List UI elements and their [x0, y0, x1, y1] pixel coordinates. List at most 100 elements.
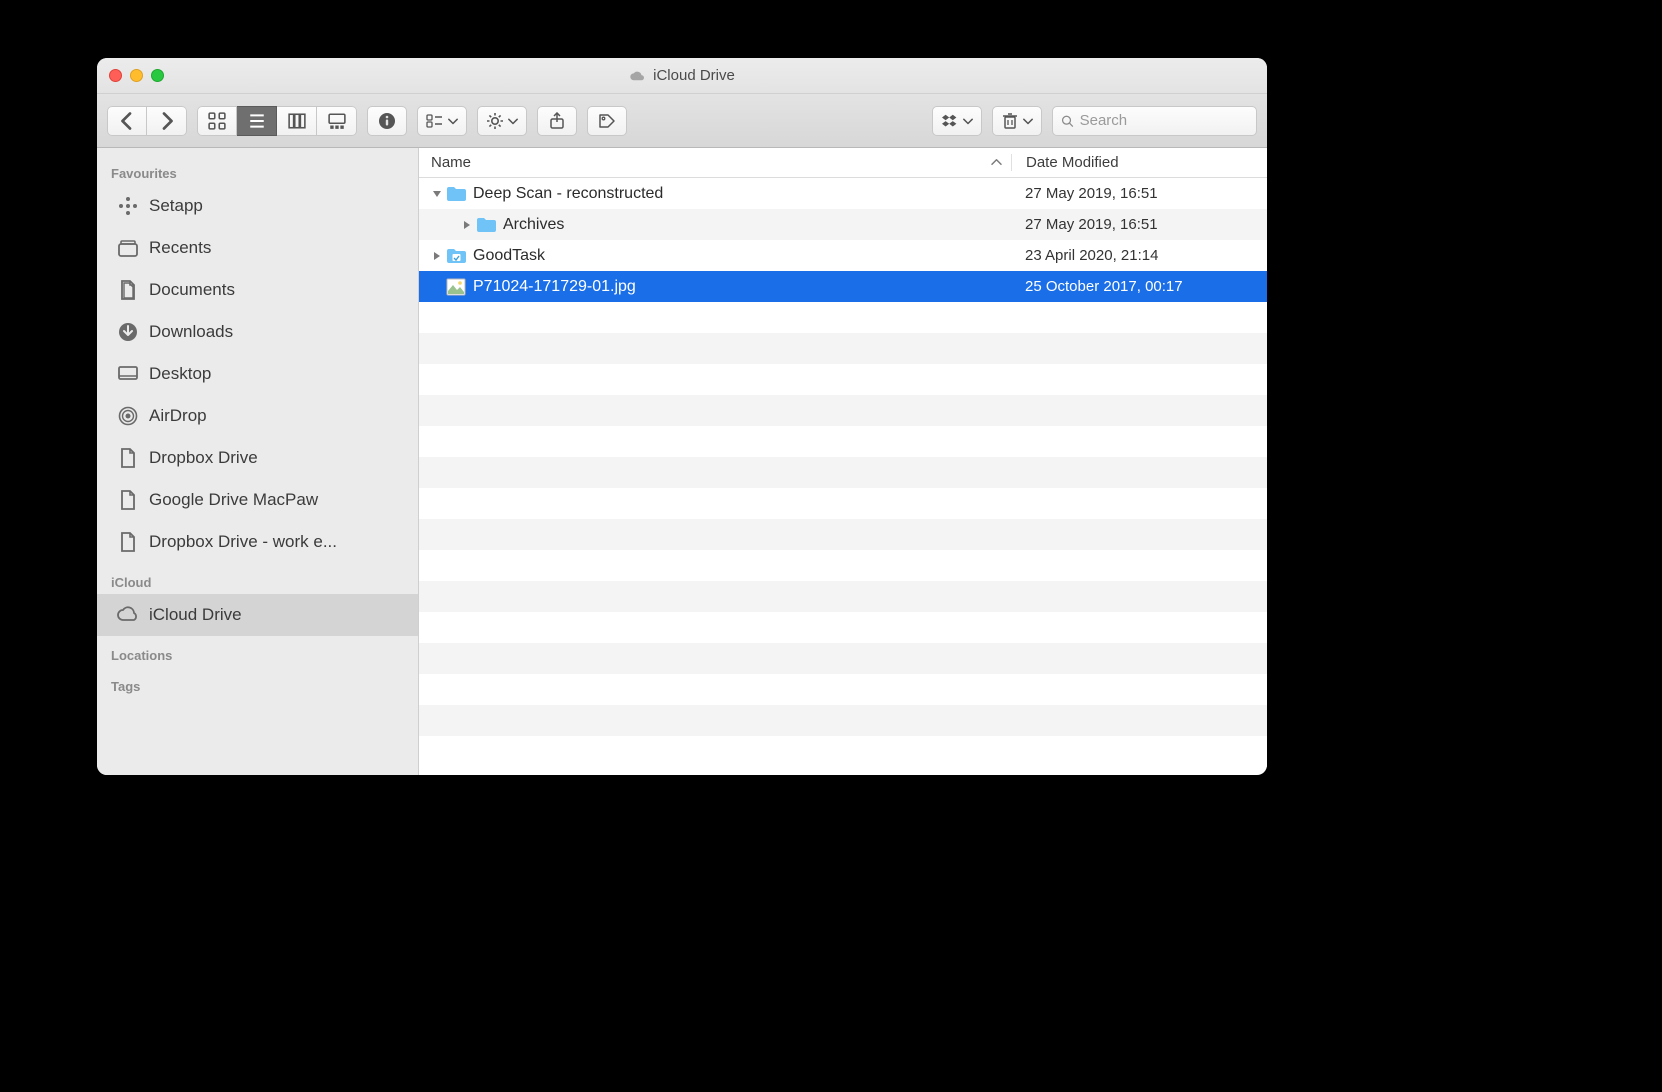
- image-icon: [445, 276, 467, 298]
- group-by-button[interactable]: [417, 106, 467, 136]
- file-date: 25 October 2017, 00:17: [1011, 278, 1267, 295]
- file-name: Archives: [503, 216, 1011, 234]
- sidebar-item-label: Setapp: [149, 196, 203, 216]
- file-row[interactable]: Deep Scan - reconstructed27 May 2019, 16…: [419, 178, 1267, 209]
- sidebar-item-label: Dropbox Drive - work e...: [149, 532, 337, 552]
- trash-button[interactable]: [992, 106, 1042, 136]
- column-name-label: Name: [431, 154, 471, 171]
- file-name: Deep Scan - reconstructed: [473, 185, 1011, 203]
- file-date: 27 May 2019, 16:51: [1011, 185, 1267, 202]
- get-info-button[interactable]: [367, 106, 407, 136]
- column-date-label: Date Modified: [1026, 154, 1119, 171]
- empty-row: [419, 705, 1267, 736]
- action-menu-button[interactable]: [477, 106, 527, 136]
- search-input[interactable]: [1080, 112, 1248, 129]
- window-body: Favourites Setapp Recents Documents Download…: [97, 148, 1267, 775]
- window-title: iCloud Drive: [97, 67, 1267, 84]
- sidebar-item[interactable]: Recents: [97, 227, 418, 269]
- sidebar-item-label: Dropbox Drive: [149, 448, 258, 468]
- forward-button[interactable]: [147, 106, 187, 136]
- minimize-button[interactable]: [130, 69, 143, 82]
- file-pane: Name Date Modified Deep Scan - reconstru…: [419, 148, 1267, 775]
- sidebar-section-header[interactable]: Tags: [97, 667, 418, 698]
- empty-row: [419, 519, 1267, 550]
- window-title-text: iCloud Drive: [653, 67, 735, 84]
- file-name: P71024-171729-01.jpg: [473, 278, 1011, 296]
- dropbox-button[interactable]: [932, 106, 982, 136]
- sidebar-item[interactable]: Setapp: [97, 185, 418, 227]
- sidebar-item[interactable]: Desktop: [97, 353, 418, 395]
- finder-window: iCloud Drive: [97, 58, 1267, 775]
- disclosure-triangle[interactable]: [429, 251, 445, 261]
- appfolder-icon: [445, 245, 467, 267]
- sidebar-item-label: iCloud Drive: [149, 605, 242, 625]
- empty-row: [419, 612, 1267, 643]
- column-name[interactable]: Name: [419, 154, 981, 171]
- file-row[interactable]: Archives27 May 2019, 16:51: [419, 209, 1267, 240]
- documents-icon: [117, 279, 139, 301]
- disclosure-triangle[interactable]: [459, 220, 475, 230]
- column-date[interactable]: Date Modified: [1011, 154, 1267, 171]
- search-icon: [1061, 114, 1074, 128]
- folder-icon: [475, 214, 497, 236]
- view-mode-group: [197, 106, 357, 136]
- sidebar-item[interactable]: Dropbox Drive - work e...: [97, 521, 418, 563]
- file-date: 27 May 2019, 16:51: [1011, 216, 1267, 233]
- gallery-view-button[interactable]: [317, 106, 357, 136]
- empty-row: [419, 333, 1267, 364]
- sidebar: Favourites Setapp Recents Documents Download…: [97, 148, 419, 775]
- sort-indicator[interactable]: [981, 158, 1011, 167]
- sidebar-section-header[interactable]: Locations: [97, 636, 418, 667]
- sidebar-item-label: Documents: [149, 280, 235, 300]
- share-button[interactable]: [537, 106, 577, 136]
- setapp-icon: [117, 195, 139, 217]
- desktop-icon: [117, 363, 139, 385]
- back-button[interactable]: [107, 106, 147, 136]
- sidebar-item[interactable]: Downloads: [97, 311, 418, 353]
- empty-row: [419, 364, 1267, 395]
- empty-row: [419, 395, 1267, 426]
- sidebar-item[interactable]: Documents: [97, 269, 418, 311]
- disclosure-triangle[interactable]: [429, 189, 445, 199]
- file-date: 23 April 2020, 21:14: [1011, 247, 1267, 264]
- folder-icon: [445, 183, 467, 205]
- empty-row: [419, 302, 1267, 333]
- sidebar-section-header[interactable]: Favourites: [97, 154, 418, 185]
- file-row[interactable]: GoodTask23 April 2020, 21:14: [419, 240, 1267, 271]
- empty-row: [419, 488, 1267, 519]
- icon-view-button[interactable]: [197, 106, 237, 136]
- sidebar-item[interactable]: AirDrop: [97, 395, 418, 437]
- sidebar-item[interactable]: Dropbox Drive: [97, 437, 418, 479]
- sidebar-item[interactable]: Google Drive MacPaw: [97, 479, 418, 521]
- sidebar-section-header[interactable]: iCloud: [97, 563, 418, 594]
- empty-row: [419, 426, 1267, 457]
- empty-row: [419, 581, 1267, 612]
- titlebar: iCloud Drive: [97, 58, 1267, 94]
- column-view-button[interactable]: [277, 106, 317, 136]
- empty-row: [419, 550, 1267, 581]
- sidebar-item[interactable]: iCloud Drive: [97, 594, 418, 636]
- chevron-down-icon: [963, 113, 973, 129]
- tags-button[interactable]: [587, 106, 627, 136]
- cloud-icon: [117, 604, 139, 626]
- chevron-down-icon: [448, 113, 458, 129]
- file-icon: [117, 531, 139, 553]
- sidebar-item-label: Desktop: [149, 364, 211, 384]
- downloads-icon: [117, 321, 139, 343]
- file-row[interactable]: P71024-171729-01.jpg25 October 2017, 00:…: [419, 271, 1267, 302]
- sidebar-item-label: Google Drive MacPaw: [149, 490, 318, 510]
- airdrop-icon: [117, 405, 139, 427]
- sort-up-icon: [991, 158, 1002, 167]
- close-button[interactable]: [109, 69, 122, 82]
- recents-icon: [117, 237, 139, 259]
- sidebar-item-label: Recents: [149, 238, 211, 258]
- search-field[interactable]: [1052, 106, 1257, 136]
- sidebar-item-label: AirDrop: [149, 406, 207, 426]
- zoom-button[interactable]: [151, 69, 164, 82]
- chevron-down-icon: [1023, 113, 1033, 129]
- empty-row: [419, 674, 1267, 705]
- sidebar-item-label: Downloads: [149, 322, 233, 342]
- window-controls: [109, 69, 164, 82]
- list-view-button[interactable]: [237, 106, 277, 136]
- file-name: GoodTask: [473, 247, 1011, 265]
